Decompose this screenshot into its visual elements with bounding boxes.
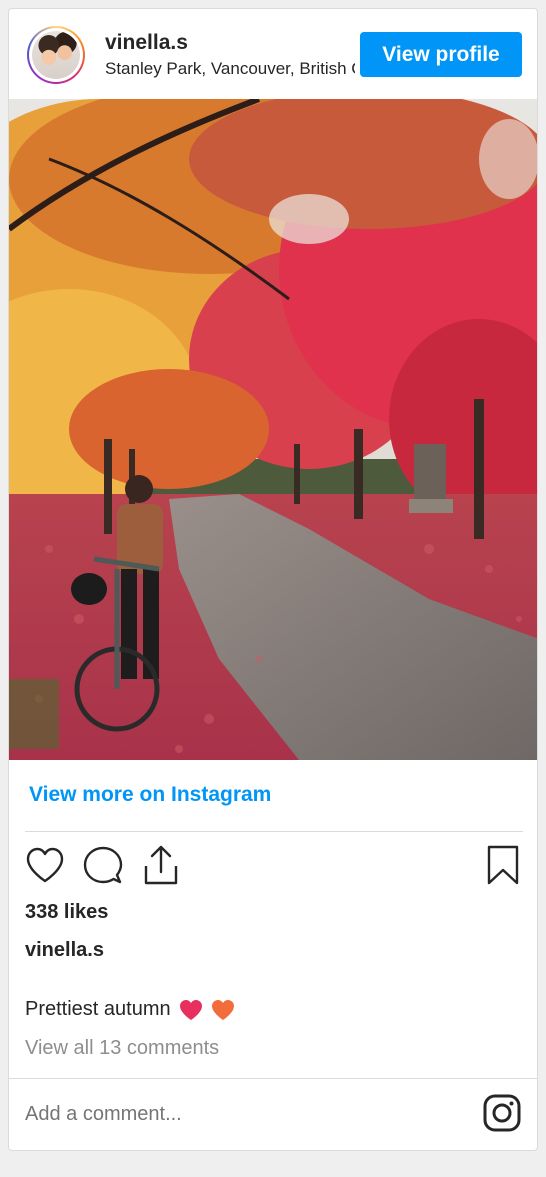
orange-heart-emoji	[211, 999, 235, 1021]
comment-icon[interactable]	[81, 843, 125, 887]
view-comments-link[interactable]: View all 13 comments	[25, 1037, 219, 1060]
bookmark-icon[interactable]	[481, 843, 525, 887]
view-more-link[interactable]: View more on Instagram	[29, 783, 271, 807]
comment-input[interactable]	[25, 1103, 445, 1126]
avatar-image	[32, 31, 80, 79]
likes-count[interactable]: 338 likes	[25, 901, 108, 924]
caption-text: Prettiest autumn	[25, 998, 171, 1020]
pink-heart-emoji	[179, 999, 203, 1021]
instagram-logo-icon[interactable]	[483, 1094, 521, 1132]
caption-username[interactable]: vinella.s	[25, 939, 104, 962]
post-header: vinella.s Stanley Park, Vancouver, Briti…	[9, 9, 537, 99]
divider	[25, 831, 523, 832]
instagram-embed-card: vinella.s Stanley Park, Vancouver, Briti…	[8, 8, 538, 1151]
heart-icon[interactable]	[23, 843, 67, 887]
divider	[9, 1078, 537, 1079]
avatar[interactable]	[27, 26, 85, 84]
caption: Prettiest autumn	[25, 998, 235, 1021]
view-profile-button[interactable]: View profile	[360, 32, 522, 77]
post-photo[interactable]	[9, 99, 538, 760]
share-icon[interactable]	[139, 843, 183, 887]
action-bar	[9, 841, 537, 893]
username[interactable]: vinella.s	[105, 31, 188, 55]
location-label[interactable]: Stanley Park, Vancouver, British Columbi…	[105, 59, 355, 79]
